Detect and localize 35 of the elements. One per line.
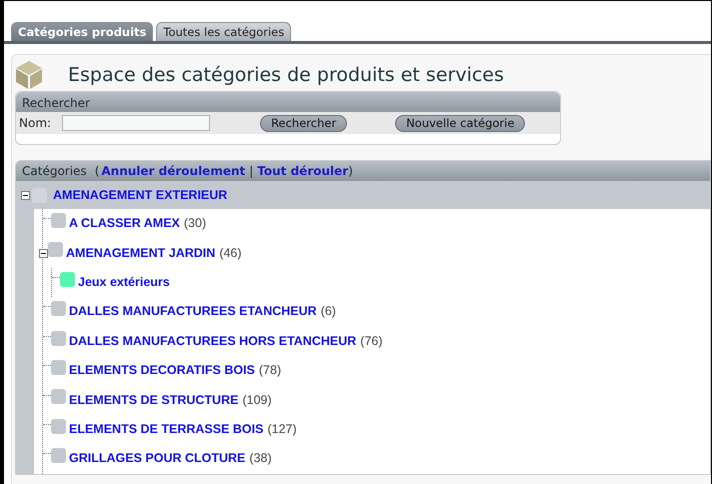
category-link[interactable]: A CLASSER AMEX xyxy=(69,214,180,234)
search-button[interactable]: Rechercher xyxy=(260,114,348,132)
category-count: (46) xyxy=(219,244,242,262)
parenthesis: ( xyxy=(94,163,100,180)
collapse-icon[interactable] xyxy=(21,190,30,200)
category-count: (38) xyxy=(249,450,272,468)
category-link[interactable]: AMENAGEMENT JARDIN xyxy=(66,244,216,262)
tab[interactable]: Catégories produits xyxy=(11,22,154,41)
panel-title: Catégories xyxy=(22,163,87,180)
category-link[interactable]: GRILLAGES POUR CLOTURE xyxy=(69,449,246,468)
name-field[interactable] xyxy=(62,115,210,131)
category-link[interactable]: DALLES MANUFACTUREES ETANCHEUR xyxy=(69,302,317,322)
category-count: (30) xyxy=(184,215,206,232)
new-category-button[interactable]: Nouvelle catégorie xyxy=(395,114,526,132)
category-count: (127) xyxy=(267,421,297,438)
category-count: (109) xyxy=(242,392,272,409)
category-link[interactable]: ELEMENTS DE STRUCTURE xyxy=(69,390,238,410)
box-icon xyxy=(15,60,43,90)
category-count: (6) xyxy=(320,303,336,320)
separator: | xyxy=(249,163,254,180)
page-title: Espace des catégories de produits et services xyxy=(68,62,504,88)
category-link[interactable]: DALLES MANUFACTUREES HORS ETANCHEUR xyxy=(69,332,356,351)
collapse-icon[interactable] xyxy=(39,248,48,258)
field-label: Nom: xyxy=(19,115,52,132)
category-count: (78) xyxy=(258,362,282,380)
category-link[interactable]: ELEMENTS DECORATIFS BOIS xyxy=(69,361,255,380)
category-link[interactable]: Jeux extérieurs xyxy=(78,273,170,292)
panel-title: Rechercher xyxy=(16,92,560,112)
expand-all-link[interactable]: Tout dérouler xyxy=(257,162,348,180)
category-link[interactable]: ELEMENTS DE TERRASSE BOIS xyxy=(69,420,264,439)
category-link[interactable]: AMENAGEMENT EXTERIEUR xyxy=(53,186,228,204)
collapse-link[interactable]: Annuler déroulement xyxy=(101,162,246,180)
parenthesis: ) xyxy=(348,163,353,180)
tab[interactable]: Toutes les catégories xyxy=(156,22,292,41)
category-count: (76) xyxy=(360,332,383,350)
